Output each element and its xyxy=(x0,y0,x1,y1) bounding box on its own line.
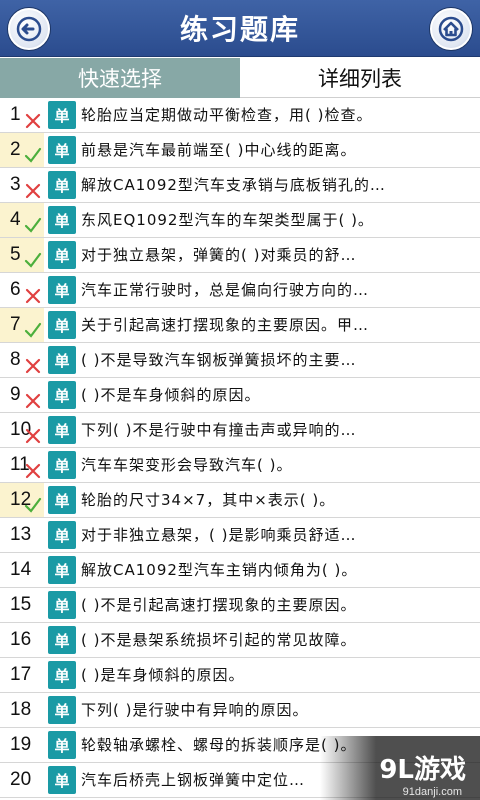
correct-check-icon xyxy=(24,217,42,233)
page-title: 练习题库 xyxy=(179,13,300,46)
question-text: 汽车车架变形会导致汽车( )。 xyxy=(81,456,293,474)
wrong-cross-icon xyxy=(25,463,41,479)
question-text: 东风EQ1092型汽车的车架类型属于( )。 xyxy=(81,211,374,229)
question-number: 19 xyxy=(10,734,32,755)
question-type-badge: 单 xyxy=(48,171,76,199)
question-text: ( )不是引起高速打摆现象的主要原因。 xyxy=(81,596,357,614)
home-button[interactable] xyxy=(430,8,472,50)
question-type-badge: 单 xyxy=(48,381,76,409)
correct-check-icon xyxy=(24,497,42,513)
question-type-badge: 单 xyxy=(48,451,76,479)
wrong-cross-icon xyxy=(25,393,41,409)
question-number: 13 xyxy=(10,524,32,545)
question-number: 15 xyxy=(10,594,32,615)
question-type-badge: 单 xyxy=(48,241,76,269)
question-row[interactable]: 18 单下列( )是行驶中有异响的原因。 xyxy=(0,693,480,728)
question-row[interactable]: 13 单对于非独立悬架，( )是影响乘员舒适… xyxy=(0,518,480,553)
question-row[interactable]: 7 单关于引起高速打摆现象的主要原因。甲… xyxy=(0,308,480,343)
question-number: 14 xyxy=(10,559,32,580)
question-type-badge: 单 xyxy=(48,276,76,304)
question-row[interactable]: 11 单汽车车架变形会导致汽车( )。 xyxy=(0,448,480,483)
question-text: 前悬是汽车最前端至( )中心线的距离。 xyxy=(81,141,357,159)
question-row[interactable]: 8 单( )不是导致汽车钢板弹簧损坏的主要… xyxy=(0,343,480,378)
question-type-badge: 单 xyxy=(48,556,76,584)
question-row[interactable]: 9 单( )不是车身倾斜的原因。 xyxy=(0,378,480,413)
question-type-badge: 单 xyxy=(48,346,76,374)
question-type-badge: 单 xyxy=(48,591,76,619)
question-row[interactable]: 5 单对于独立悬架，弹簧的( )对乘员的舒… xyxy=(0,238,480,273)
question-row[interactable]: 14 单解放CA1092型汽车主销内倾角为( )。 xyxy=(0,553,480,588)
question-text: ( )不是悬架系统损坏引起的常见故障。 xyxy=(81,631,357,649)
question-text: ( )是车身倾斜的原因。 xyxy=(81,666,245,684)
question-type-badge: 单 xyxy=(48,136,76,164)
question-number: 17 xyxy=(10,664,32,685)
watermark-logo: 9L游戏 xyxy=(379,755,466,785)
question-text: 对于非独立悬架，( )是影响乘员舒适… xyxy=(81,526,357,544)
correct-check-icon xyxy=(24,322,42,338)
question-text: ( )不是车身倾斜的原因。 xyxy=(81,386,261,404)
wrong-cross-icon xyxy=(25,358,41,374)
question-row[interactable]: 12 单轮胎的尺寸34×7，其中×表示( )。 xyxy=(0,483,480,518)
question-row[interactable]: 1 单轮胎应当定期做动平衡检查，用( )检查。 xyxy=(0,98,480,133)
tab-bar: 快速选择 详细列表 xyxy=(0,58,480,98)
correct-check-icon xyxy=(24,147,42,163)
question-type-badge: 单 xyxy=(48,486,76,514)
question-type-badge: 单 xyxy=(48,626,76,654)
question-type-badge: 单 xyxy=(48,661,76,689)
question-text: 轮胎应当定期做动平衡检查，用( )检查。 xyxy=(81,106,373,124)
question-text: 轮胎的尺寸34×7，其中×表示( )。 xyxy=(81,491,336,509)
wrong-cross-icon xyxy=(25,183,41,199)
question-row[interactable]: 6 单汽车正常行驶时，总是偏向行驶方向的… xyxy=(0,273,480,308)
question-row[interactable]: 4 单东风EQ1092型汽车的车架类型属于( )。 xyxy=(0,203,480,238)
question-type-badge: 单 xyxy=(48,766,76,794)
wrong-cross-icon xyxy=(25,428,41,444)
question-row[interactable]: 17 单 ( )是车身倾斜的原因。 xyxy=(0,658,480,693)
question-type-badge: 单 xyxy=(48,416,76,444)
wrong-cross-icon xyxy=(25,113,41,129)
app-header: 练习题库 xyxy=(0,0,480,57)
correct-check-icon xyxy=(24,252,42,268)
question-text: 下列( )是行驶中有异响的原因。 xyxy=(81,701,309,719)
question-text: 对于独立悬架，弹簧的( )对乘员的舒… xyxy=(81,246,357,264)
wrong-cross-icon xyxy=(25,288,41,304)
question-text: ( )不是导致汽车钢板弹簧损坏的主要… xyxy=(81,351,357,369)
question-text: 汽车正常行驶时，总是偏向行驶方向的… xyxy=(81,281,370,299)
home-icon xyxy=(438,16,464,42)
question-row[interactable]: 3 单解放CA1092型汽车支承销与底板销孔的… xyxy=(0,168,480,203)
question-text: 解放CA1092型汽车主销内倾角为( )。 xyxy=(81,561,358,579)
question-type-badge: 单 xyxy=(48,206,76,234)
question-number: 18 xyxy=(10,699,32,720)
question-row[interactable]: 16 单 ( )不是悬架系统损坏引起的常见故障。 xyxy=(0,623,480,658)
tab-detail-list[interactable]: 详细列表 xyxy=(240,58,480,98)
question-text: 解放CA1092型汽车支承销与底板销孔的… xyxy=(81,176,386,194)
question-number: 20 xyxy=(10,769,32,790)
question-row[interactable]: 15 单 ( )不是引起高速打摆现象的主要原因。 xyxy=(0,588,480,623)
question-type-badge: 单 xyxy=(48,696,76,724)
question-text: 关于引起高速打摆现象的主要原因。甲… xyxy=(81,316,370,334)
watermark: 9L游戏 91danji.com xyxy=(320,736,480,800)
question-row[interactable]: 10 单下列( )不是行驶中有撞击声或异响的… xyxy=(0,413,480,448)
question-text: 下列( )不是行驶中有撞击声或异响的… xyxy=(81,421,357,439)
tab-quick-select[interactable]: 快速选择 xyxy=(0,58,240,98)
watermark-site: 91danji.com xyxy=(402,786,462,798)
question-type-badge: 单 xyxy=(48,521,76,549)
question-type-badge: 单 xyxy=(48,311,76,339)
question-type-badge: 单 xyxy=(48,101,76,129)
question-number: 16 xyxy=(10,629,32,650)
question-list[interactable]: 1 单轮胎应当定期做动平衡检查，用( )检查。 2 单前悬是汽车最前端至( )中心线的… xyxy=(0,98,480,800)
question-type-badge: 单 xyxy=(48,731,76,759)
question-row[interactable]: 2 单前悬是汽车最前端至( )中心线的距离。 xyxy=(0,133,480,168)
